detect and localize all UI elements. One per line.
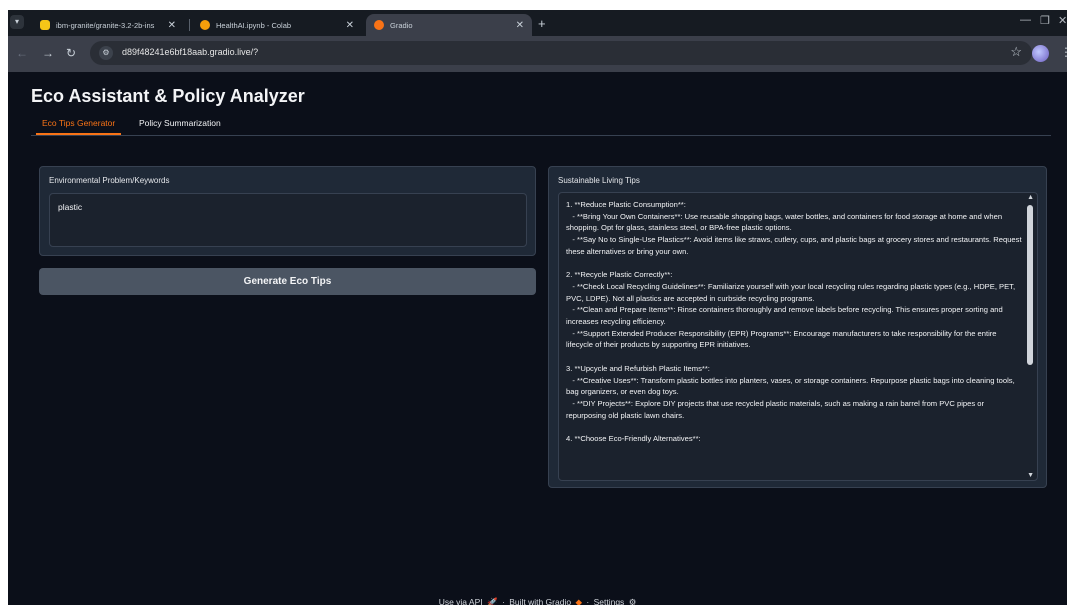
built-with-gradio-link[interactable]: Built with Gradio [509, 597, 571, 605]
menu-icon[interactable]: ⋮ [1060, 45, 1067, 59]
browser-tab[interactable]: ibm-granite/granite-3.2-2b-ins ✕ [32, 14, 184, 36]
window-close-icon[interactable]: ✕ [1058, 14, 1067, 27]
gradio-logo-icon: ◆ [575, 597, 582, 605]
tab-title: ibm-granite/granite-3.2-2b-ins [56, 20, 155, 30]
input-label: Environmental Problem/Keywords [49, 176, 170, 185]
maximize-icon[interactable]: ❐ [1040, 14, 1050, 27]
browser-tab-active[interactable]: Gradio ✕ [366, 14, 532, 36]
tips-output-text: 1. **Reduce Plastic Consumption**: - **B… [566, 200, 1022, 444]
hugging-face-icon [40, 20, 50, 30]
browser-tab[interactable]: HealthAI.ipynb - Colab ✕ [192, 14, 362, 36]
gradio-icon [374, 20, 384, 30]
colab-icon [200, 20, 210, 30]
keywords-input[interactable]: plastic [49, 193, 527, 247]
reload-icon[interactable]: ↻ [66, 46, 76, 60]
output-label: Sustainable Living Tips [558, 176, 640, 185]
tab-eco-tips-generator[interactable]: Eco Tips Generator [35, 118, 122, 135]
url-bar[interactable]: ⚙ d89f48241e6bf18aab.gradio.live/? ☆ [90, 41, 1032, 65]
tab-strip: ▾ ibm-granite/granite-3.2-2b-ins ✕ Healt… [8, 10, 1067, 36]
tab-search-icon[interactable]: ▾ [10, 15, 24, 29]
gradio-app: Eco Assistant & Policy Analyzer Eco Tips… [8, 72, 1067, 605]
new-tab-icon[interactable]: + [538, 16, 546, 31]
tips-output[interactable]: 1. **Reduce Plastic Consumption**: - **B… [558, 192, 1038, 481]
use-via-api-link[interactable]: Use via API [439, 597, 483, 605]
tab-policy-summarization[interactable]: Policy Summarization [139, 118, 221, 134]
close-icon[interactable]: ✕ [346, 20, 354, 31]
generate-eco-tips-button[interactable]: Generate Eco Tips [39, 268, 536, 295]
footer: Use via API 🚀 · Built with Gradio ◆ · Se… [8, 597, 1067, 605]
tab-title: Gradio [390, 20, 413, 30]
forward-icon[interactable]: → [42, 46, 54, 60]
close-icon[interactable]: ✕ [516, 20, 524, 31]
footer-separator: · [501, 597, 505, 605]
minimize-icon[interactable]: — [1020, 14, 1031, 26]
settings-link[interactable]: Settings [594, 597, 625, 605]
rocket-icon: 🚀 [487, 597, 498, 605]
close-icon[interactable]: ✕ [168, 20, 176, 31]
address-bar: ← → ↻ ⚙ d89f48241e6bf18aab.gradio.live/?… [8, 36, 1067, 72]
site-info-icon[interactable]: ⚙ [99, 46, 113, 60]
scroll-down-icon[interactable]: ▼ [1027, 472, 1034, 479]
tab-title: HealthAI.ipynb - Colab [216, 20, 292, 30]
scroll-up-icon[interactable]: ▲ [1027, 194, 1034, 201]
page-title: Eco Assistant & Policy Analyzer [31, 86, 305, 106]
input-panel: Environmental Problem/Keywords plastic [39, 166, 536, 256]
app-tabs: Eco Tips Generator Policy Summarization [31, 118, 1051, 136]
output-panel: Sustainable Living Tips 1. **Reduce Plas… [548, 166, 1047, 488]
profile-avatar[interactable] [1032, 45, 1049, 62]
bookmark-star-icon[interactable]: ☆ [1010, 44, 1022, 60]
back-icon[interactable]: ← [16, 46, 28, 60]
gear-icon: ⚙ [628, 597, 637, 605]
url-text: d89f48241e6bf18aab.gradio.live/? [122, 47, 259, 57]
browser-window: ▾ ibm-granite/granite-3.2-2b-ins ✕ Healt… [8, 10, 1067, 605]
scrollbar-thumb[interactable] [1027, 205, 1033, 365]
footer-separator: · [586, 597, 590, 605]
